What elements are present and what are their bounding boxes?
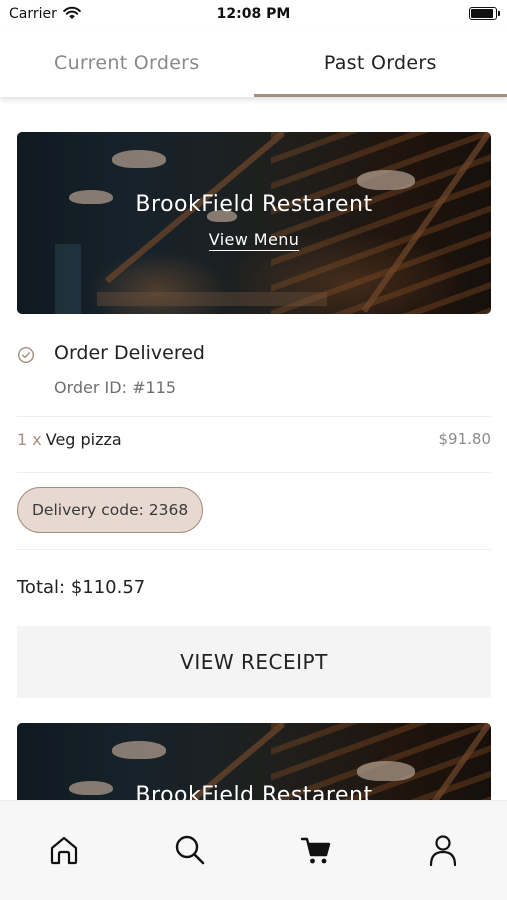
restaurant-name: BrookField Restarent — [135, 192, 373, 217]
divider — [17, 472, 491, 473]
check-circle-icon — [17, 346, 35, 368]
banner-overlay — [17, 132, 491, 314]
bottom-nav — [0, 800, 507, 900]
nav-search[interactable] — [172, 834, 208, 870]
user-icon — [426, 833, 460, 871]
divider — [17, 549, 491, 550]
order-tabs: Current Orders Past Orders — [0, 30, 507, 97]
item-name: Veg pizza — [45, 430, 122, 449]
battery-icon — [469, 7, 500, 20]
tab-past-orders[interactable]: Past Orders — [253, 30, 507, 97]
nav-cart[interactable] — [298, 834, 334, 870]
clock: 12:08 PM — [216, 6, 291, 22]
restaurant-name: BrookField Restarent — [135, 783, 373, 800]
item-quantity: 1 x — [17, 430, 42, 449]
orders-list[interactable]: BrookField Restarent View Menu Order Del… — [0, 97, 507, 800]
view-receipt-button[interactable]: VIEW RECEIPT — [17, 626, 491, 698]
cart-icon — [299, 833, 333, 871]
home-icon — [47, 833, 81, 871]
delivery-code-badge: Delivery code: 2368 — [17, 487, 204, 533]
order-item-row: 1 x Veg pizza $91.80 — [17, 430, 491, 449]
restaurant-banner[interactable]: BrookField Restarent View Menu — [17, 132, 491, 314]
restaurant-banner[interactable]: BrookField Restarent — [17, 723, 491, 800]
tab-current-orders[interactable]: Current Orders — [0, 30, 254, 97]
item-price: $91.80 — [438, 430, 492, 448]
divider — [17, 416, 491, 417]
view-menu-link[interactable]: View Menu — [208, 230, 300, 251]
nav-profile[interactable] — [425, 834, 461, 870]
nav-home[interactable] — [46, 834, 82, 870]
order-id: Order ID: #115 — [54, 378, 177, 397]
status-bar: Carrier 12:08 PM — [0, 0, 507, 30]
order-total: Total: $110.57 — [17, 577, 146, 598]
order-status-text: Order Delivered — [54, 342, 205, 364]
search-icon — [173, 833, 207, 871]
